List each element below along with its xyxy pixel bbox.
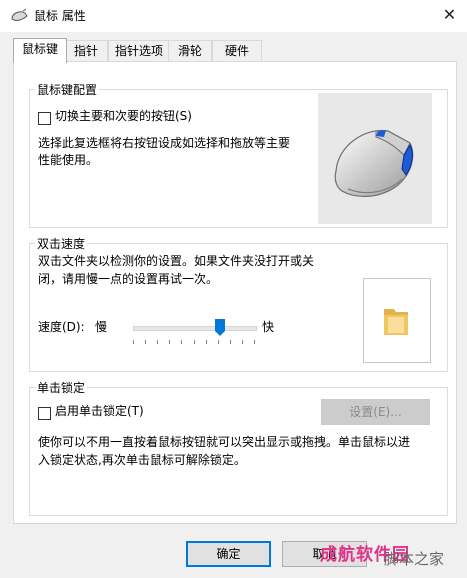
watermark-site: 脚本之家 bbox=[384, 550, 445, 568]
mouse-illustration-icon bbox=[334, 129, 414, 197]
switch-buttons-label[interactable]: 切换主要和次要的按钮(S) bbox=[55, 107, 192, 125]
fast-label: 快 bbox=[262, 320, 275, 334]
click-lock-title: 单击锁定 bbox=[35, 379, 88, 396]
slider-ticks bbox=[133, 340, 255, 345]
click-lock-description-2: 入锁定状态,再次单击鼠标可解除锁定。 bbox=[38, 453, 246, 467]
slider-tick bbox=[230, 340, 231, 344]
slider-track bbox=[133, 326, 257, 331]
slider-tick bbox=[206, 340, 207, 344]
tab-pointer-options[interactable]: 指针选项 bbox=[108, 40, 170, 62]
test-folder[interactable] bbox=[363, 278, 431, 363]
folder-icon bbox=[384, 309, 408, 335]
button-config-title: 鼠标键配置 bbox=[35, 81, 100, 98]
double-click-description-2: 闭，请用慢一点的设置再试一次。 bbox=[38, 272, 219, 286]
title-bar: 鼠标 属性 ✕ bbox=[0, 0, 467, 32]
mouse-icon bbox=[11, 8, 28, 21]
button-config-description-2: 性能使用。 bbox=[38, 153, 99, 167]
double-click-title: 双击速度 bbox=[35, 235, 88, 252]
tab-panel: 鼠标键配置 切换主要和次要的按钮(S) 选择此复选框将右按钮设成如选择和拖放等主… bbox=[13, 61, 457, 524]
switch-buttons-checkbox[interactable] bbox=[38, 112, 51, 125]
slider-tick bbox=[157, 340, 158, 344]
slow-label: 慢 bbox=[95, 320, 108, 334]
slider-thumb[interactable] bbox=[215, 319, 225, 336]
slider-tick bbox=[145, 340, 146, 344]
slider-tick bbox=[218, 340, 219, 344]
click-lock-label[interactable]: 启用单击锁定(T) bbox=[55, 402, 144, 420]
window-title: 鼠标 属性 bbox=[34, 9, 86, 23]
tab-hardware[interactable]: 硬件 bbox=[212, 40, 262, 62]
click-lock-checkbox[interactable] bbox=[38, 407, 51, 420]
tab-wheel[interactable]: 滑轮 bbox=[168, 40, 212, 62]
speed-label: 速度(D): bbox=[38, 320, 85, 334]
slider-tick bbox=[133, 340, 134, 344]
slider-tick bbox=[181, 340, 182, 344]
slider-tick bbox=[169, 340, 170, 344]
slider-tick bbox=[254, 340, 255, 344]
button-config-description: 选择此复选框将右按钮设成如选择和拖放等主要 bbox=[38, 136, 291, 150]
close-button[interactable]: ✕ bbox=[432, 0, 467, 31]
slider-tick bbox=[194, 340, 195, 344]
speed-slider[interactable] bbox=[133, 319, 257, 345]
ok-button[interactable]: 确定 bbox=[186, 541, 271, 567]
mouse-preview bbox=[318, 93, 432, 224]
slider-tick bbox=[242, 340, 243, 344]
click-lock-description: 使你可以不用一直按着鼠标按钮就可以突出显示或拖拽。单击鼠标以进 bbox=[38, 435, 411, 449]
tab-pointers[interactable]: 指针 bbox=[64, 40, 108, 62]
double-click-description: 双击文件夹以检测你的设置。如果文件夹没打开或关 bbox=[38, 254, 315, 268]
tab-buttons[interactable]: 鼠标键 bbox=[13, 38, 67, 63]
click-lock-settings-button[interactable]: 设置(E)... bbox=[321, 399, 430, 425]
